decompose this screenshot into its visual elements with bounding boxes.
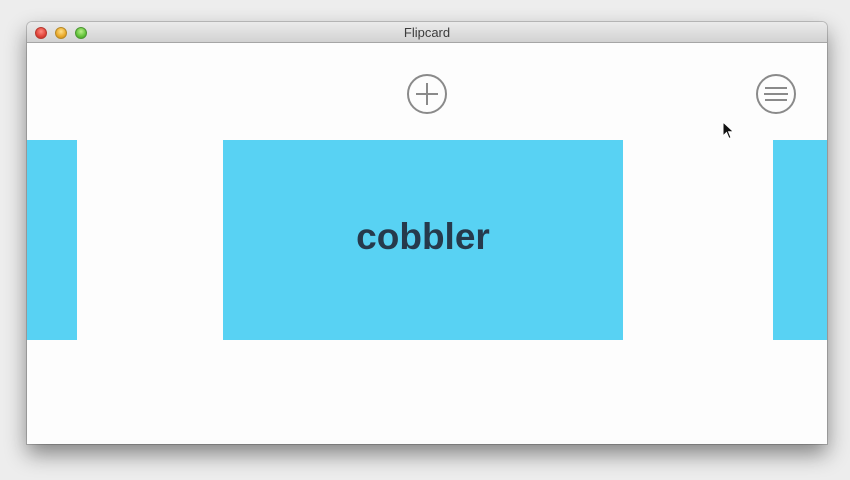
next-card[interactable] <box>773 140 827 340</box>
app-window: Flipcard cobbler <box>27 22 827 444</box>
hamburger-circle-icon <box>756 74 796 114</box>
previous-card[interactable] <box>27 140 77 340</box>
menu-button[interactable] <box>756 74 796 114</box>
card-word: cobbler <box>356 215 490 257</box>
window-title: Flipcard <box>403 25 451 40</box>
mouse-pointer-icon <box>722 121 735 140</box>
add-card-button[interactable] <box>407 74 447 114</box>
current-card[interactable]: cobbler <box>223 140 623 340</box>
main-content: cobbler <box>27 43 827 444</box>
title-bar[interactable]: Flipcard <box>27 22 827 43</box>
plus-circle-icon <box>407 74 447 114</box>
